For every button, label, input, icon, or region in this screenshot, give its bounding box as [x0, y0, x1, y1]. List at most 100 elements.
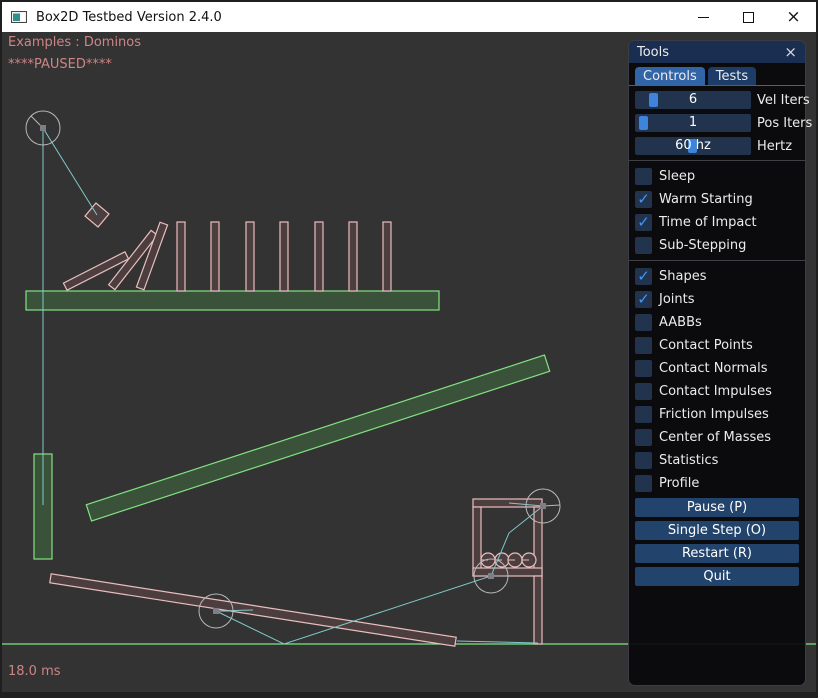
statistics-checkbox[interactable]	[635, 452, 652, 469]
aabbs-checkbox[interactable]	[635, 314, 652, 331]
slider-value: 6	[635, 91, 751, 109]
window-title: Box2D Testbed Version 2.4.0	[36, 10, 222, 25]
cart-lid[interactable]	[473, 499, 542, 507]
friction-impulses-row: Friction Impulses	[635, 406, 799, 423]
dominos-platform	[26, 291, 439, 310]
pendulum-joint-line	[43, 128, 97, 505]
statistics-row: Statistics	[635, 452, 799, 469]
pos-iters-row: 1Pos Iters	[635, 114, 799, 132]
maximize-icon	[743, 12, 754, 23]
checkmark-icon: ✓	[637, 192, 650, 207]
maximize-button[interactable]	[726, 2, 771, 32]
slider-label: Hertz	[757, 139, 792, 154]
example-title: Examples : Dominos	[8, 35, 141, 50]
domino[interactable]	[246, 222, 254, 291]
separator	[629, 260, 805, 261]
balls[interactable]	[481, 553, 536, 567]
slider-value: 1	[635, 114, 751, 132]
tab-controls[interactable]: Controls	[635, 67, 705, 85]
contact-points-checkbox[interactable]	[635, 337, 652, 354]
sleep-checkbox[interactable]	[635, 168, 652, 185]
domino[interactable]	[280, 222, 288, 291]
dynamic-bodies[interactable]	[50, 203, 542, 646]
single-step-o-button[interactable]: Single Step (O)	[635, 521, 799, 540]
tab-tests[interactable]: Tests	[708, 67, 756, 85]
time-of-impact-checkbox[interactable]: ✓	[635, 214, 652, 231]
client-area: Examples : Dominos ****PAUSED**** 18.0 m…	[2, 32, 816, 692]
warm-starting-checkbox[interactable]: ✓	[635, 191, 652, 208]
vel-iters-row: 6Vel Iters	[635, 91, 799, 109]
checkmark-icon: ✓	[637, 292, 650, 307]
simulation-checkboxes: Sleep ✓ Warm Starting ✓ Time of Impact Sub-St…	[629, 163, 805, 254]
checkbox-label: Joints	[659, 292, 695, 307]
pause-p-button[interactable]: Pause (P)	[635, 498, 799, 517]
checkbox-label: Statistics	[659, 453, 718, 468]
checkbox-label: Friction Impulses	[659, 407, 769, 422]
tools-panel-titlebar[interactable]: Tools ×	[629, 41, 805, 63]
checkbox-label: Contact Points	[659, 338, 753, 353]
checkbox-label: Center of Masses	[659, 430, 771, 445]
profile-checkbox[interactable]	[635, 475, 652, 492]
paused-status: ****PAUSED****	[8, 57, 112, 72]
close-icon: ×	[786, 9, 800, 26]
caption-buttons: ×	[681, 2, 816, 32]
sleep-row: Sleep	[635, 168, 799, 185]
time-of-impact-row: ✓ Time of Impact	[635, 214, 799, 231]
checkmark-icon: ✓	[637, 269, 650, 284]
checkbox-label: Sleep	[659, 169, 695, 184]
pos-iters-slider[interactable]: 1	[635, 114, 751, 132]
restart-r-button[interactable]: Restart (R)	[635, 544, 799, 563]
checkbox-label: Contact Impulses	[659, 384, 772, 399]
tab-bar: ControlsTests	[629, 63, 805, 86]
checkbox-label: AABBs	[659, 315, 702, 330]
minimize-button[interactable]	[681, 2, 726, 32]
checkbox-label: Shapes	[659, 269, 706, 284]
vel-iters-slider[interactable]: 6	[635, 91, 751, 109]
app-icon	[11, 9, 27, 25]
domino[interactable]	[315, 222, 323, 291]
shapes-row: ✓ Shapes	[635, 268, 799, 285]
domino[interactable]	[383, 222, 391, 291]
center-of-masses-checkbox[interactable]	[635, 429, 652, 446]
angled-platform	[86, 355, 549, 521]
checkbox-label: Profile	[659, 476, 699, 491]
sub-stepping-row: Sub-Stepping	[635, 237, 799, 254]
support-post[interactable]	[534, 576, 542, 644]
checkmark-icon: ✓	[637, 215, 650, 230]
separator	[629, 160, 805, 161]
domino[interactable]	[211, 222, 219, 291]
quit-button[interactable]: Quit	[635, 567, 799, 586]
contact-points-row: Contact Points	[635, 337, 799, 354]
contact-impulses-row: Contact Impulses	[635, 383, 799, 400]
sub-stepping-checkbox[interactable]	[635, 237, 652, 254]
draw-checkboxes: ✓ Shapes ✓ Joints AABBs Contact Points Contact…	[629, 263, 805, 492]
friction-impulses-checkbox[interactable]	[635, 406, 652, 423]
slider-label: Vel Iters	[757, 93, 810, 108]
slider-group: 6Vel Iters 1Pos Iters 60 hz Hertz	[635, 91, 799, 155]
checkbox-label: Contact Normals	[659, 361, 768, 376]
contact-normals-row: Contact Normals	[635, 360, 799, 377]
domino[interactable]	[177, 222, 185, 291]
shapes-checkbox[interactable]: ✓	[635, 268, 652, 285]
close-button[interactable]: ×	[771, 2, 816, 32]
distance-joint-line	[457, 641, 538, 643]
static-bodies	[26, 291, 550, 559]
contact-impulses-checkbox[interactable]	[635, 383, 652, 400]
joints-checkbox[interactable]: ✓	[635, 291, 652, 308]
panel-close-icon[interactable]: ×	[784, 45, 797, 60]
slider-value: 60 hz	[635, 137, 751, 155]
profile-row: Profile	[635, 475, 799, 492]
checkbox-label: Warm Starting	[659, 192, 753, 207]
domino[interactable]	[349, 222, 357, 291]
checkbox-label: Sub-Stepping	[659, 238, 746, 253]
tools-panel: Tools × ControlsTests 6Vel Iters 1Pos Ite…	[628, 40, 806, 686]
contact-normals-checkbox[interactable]	[635, 360, 652, 377]
checkbox-label: Time of Impact	[659, 215, 757, 230]
center-of-masses-row: Center of Masses	[635, 429, 799, 446]
joints-row: ✓ Joints	[635, 291, 799, 308]
hertz-slider[interactable]: 60 hz	[635, 137, 751, 155]
cart-right-wall[interactable]	[534, 507, 542, 576]
frame-time: 18.0 ms	[8, 664, 61, 679]
minimize-icon	[698, 17, 709, 18]
window-titlebar[interactable]: Box2D Testbed Version 2.4.0 ×	[2, 2, 816, 32]
